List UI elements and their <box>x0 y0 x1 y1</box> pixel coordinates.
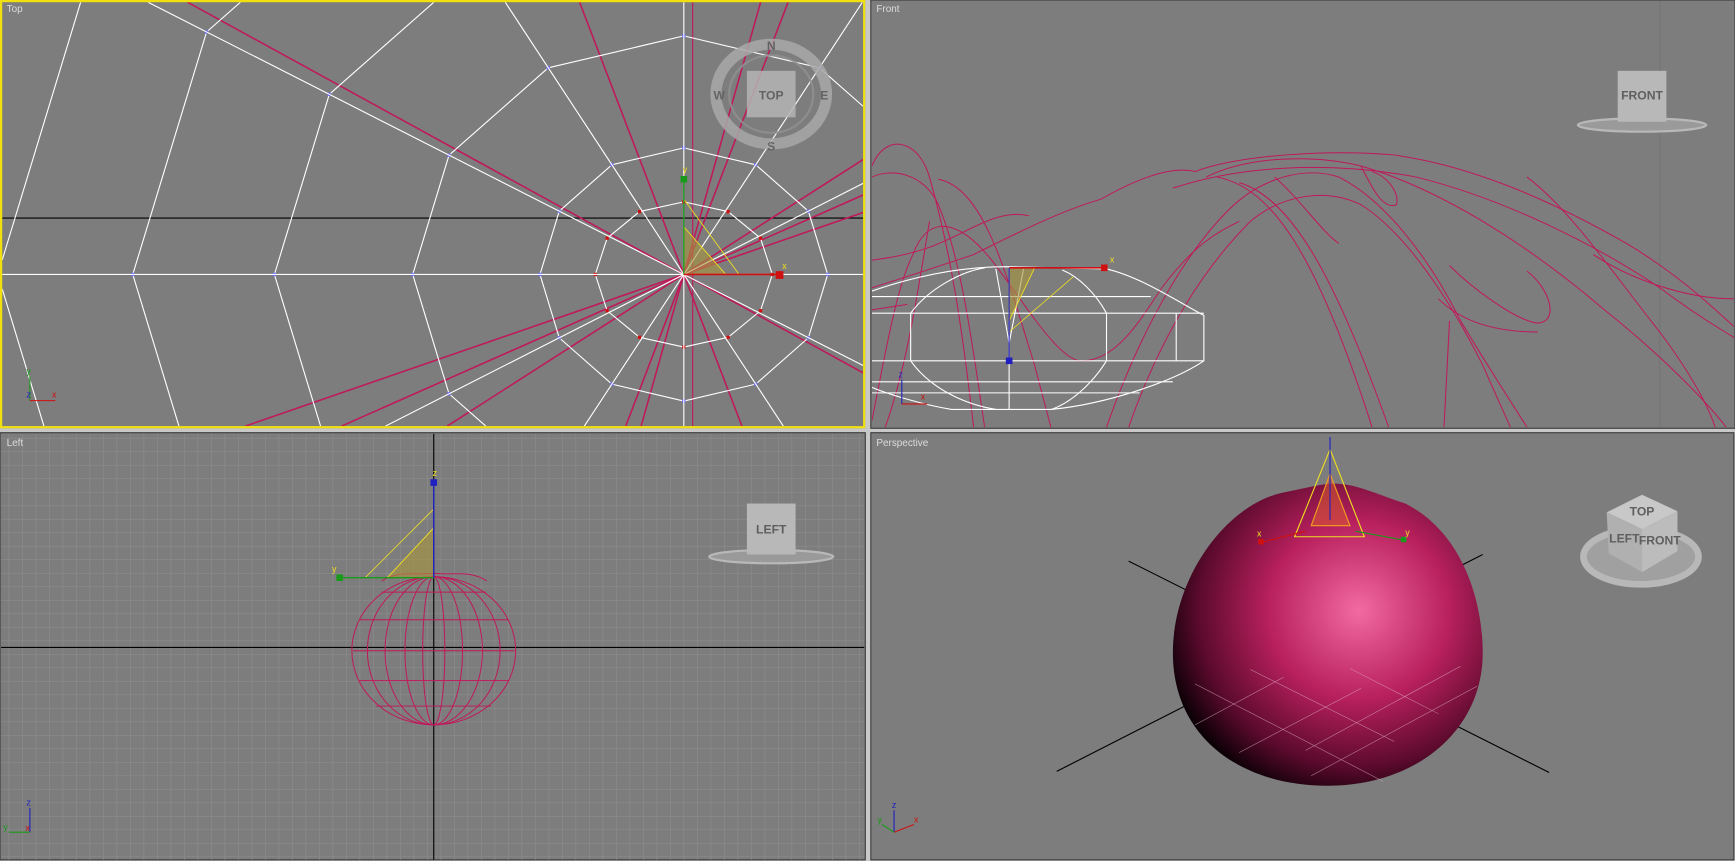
svg-text:z: z <box>27 389 31 399</box>
viewport-top-background[interactable] <box>0 0 866 429</box>
gizmo-y-label: y <box>332 564 337 574</box>
mesh-vertex <box>758 236 763 240</box>
viewcube-front-label: FRONT <box>1621 89 1663 103</box>
svg-text:z: z <box>27 798 31 808</box>
mesh-vertex <box>637 335 642 339</box>
viewport-perspective[interactable]: x y TOP LEFT FRONT z x y Perspective <box>870 432 1735 861</box>
viewcube-top-label: TOP <box>759 89 784 103</box>
svg-text:LEFT: LEFT <box>1609 531 1640 545</box>
viewport-label-left[interactable]: Left <box>7 438 24 449</box>
viewport-label-top[interactable]: Top <box>7 4 23 15</box>
viewport-front-background[interactable] <box>870 0 1735 429</box>
svg-text:x: x <box>25 823 30 833</box>
compass-north[interactable]: N <box>767 39 776 53</box>
gizmo-x-label: x <box>1110 254 1115 264</box>
viewport-left[interactable]: y z LEFT z y x Left <box>0 432 866 861</box>
compass-east[interactable]: E <box>820 89 828 103</box>
svg-text:y: y <box>3 822 8 832</box>
svg-text:TOP: TOP <box>1630 505 1655 519</box>
gizmo-z-label: z <box>433 468 437 478</box>
gizmo-y-label: y <box>683 165 688 175</box>
gizmo-y-label: y <box>1405 528 1410 538</box>
viewport-top[interactable]: y x TOP N S E W y z x Top <box>0 0 866 429</box>
mesh-vertex <box>726 335 730 339</box>
svg-text:FRONT: FRONT <box>1639 533 1681 547</box>
svg-text:x: x <box>914 814 919 824</box>
mesh-vertex <box>637 209 642 214</box>
viewport-front[interactable]: x FRONT z x Front <box>870 0 1735 429</box>
compass-west[interactable]: W <box>713 89 725 103</box>
mesh-vertex <box>605 309 609 313</box>
viewport-layout: y x TOP N S E W y z x Top x FRONT z x Fr… <box>0 0 1735 861</box>
mesh-vertex <box>605 236 609 240</box>
viewport-left-background[interactable] <box>0 432 866 861</box>
gizmo-x-label: x <box>1257 529 1262 539</box>
svg-text:z: z <box>898 369 902 379</box>
svg-text:y: y <box>27 366 32 376</box>
svg-text:x: x <box>52 389 57 399</box>
compass-south[interactable]: S <box>767 140 775 154</box>
viewport-label-front[interactable]: Front <box>876 4 899 15</box>
svg-text:z: z <box>892 800 896 810</box>
gizmo-x-label: x <box>782 261 787 271</box>
mesh-vertex <box>758 309 763 313</box>
viewport-label-perspective[interactable]: Perspective <box>876 438 928 449</box>
mesh-vertex <box>726 209 730 214</box>
svg-text:x: x <box>921 392 926 402</box>
viewcube-left-label: LEFT <box>756 522 787 536</box>
svg-text:y: y <box>877 814 882 824</box>
